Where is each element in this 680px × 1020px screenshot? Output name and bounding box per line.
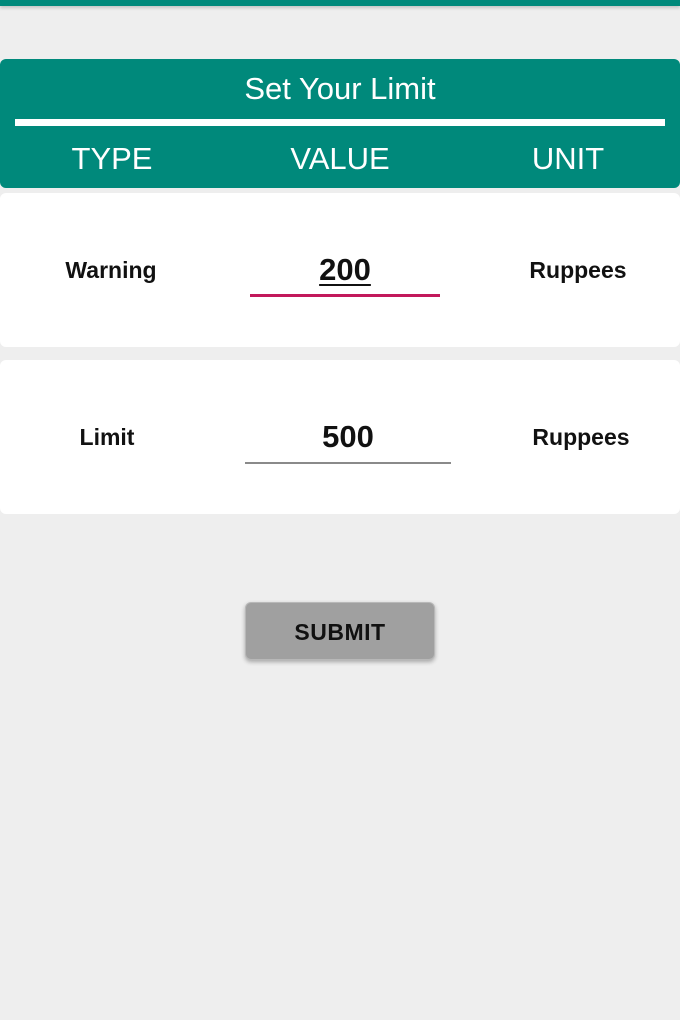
limit-header-card: Set Your Limit TYPE VALUE UNIT [0,59,680,188]
warning-row-card: Warning 200 Ruppees [0,193,680,347]
limit-value-underline [245,462,451,464]
limit-unit-label: Ruppees [532,424,630,450]
submit-button[interactable]: SUBMIT [245,602,435,660]
limit-value-input[interactable]: 500 [245,412,451,464]
limit-row-card: Limit 500 Ruppees [0,360,680,514]
top-app-bar [0,0,680,6]
column-header-unit: UNIT [531,141,605,176]
warning-value-underline [250,294,440,297]
warning-type-label: Warning [65,257,157,283]
warning-value-text: 200 [319,252,371,287]
limit-value-text: 500 [322,419,374,454]
warning-unit-label: Ruppees [529,257,627,283]
header-divider [15,119,665,126]
limit-type-label: Limit [79,424,135,450]
column-header-value: VALUE [290,141,390,176]
column-header-type: TYPE [71,141,153,176]
warning-value-input[interactable]: 200 [250,245,440,297]
page-title: Set Your Limit [244,71,436,106]
